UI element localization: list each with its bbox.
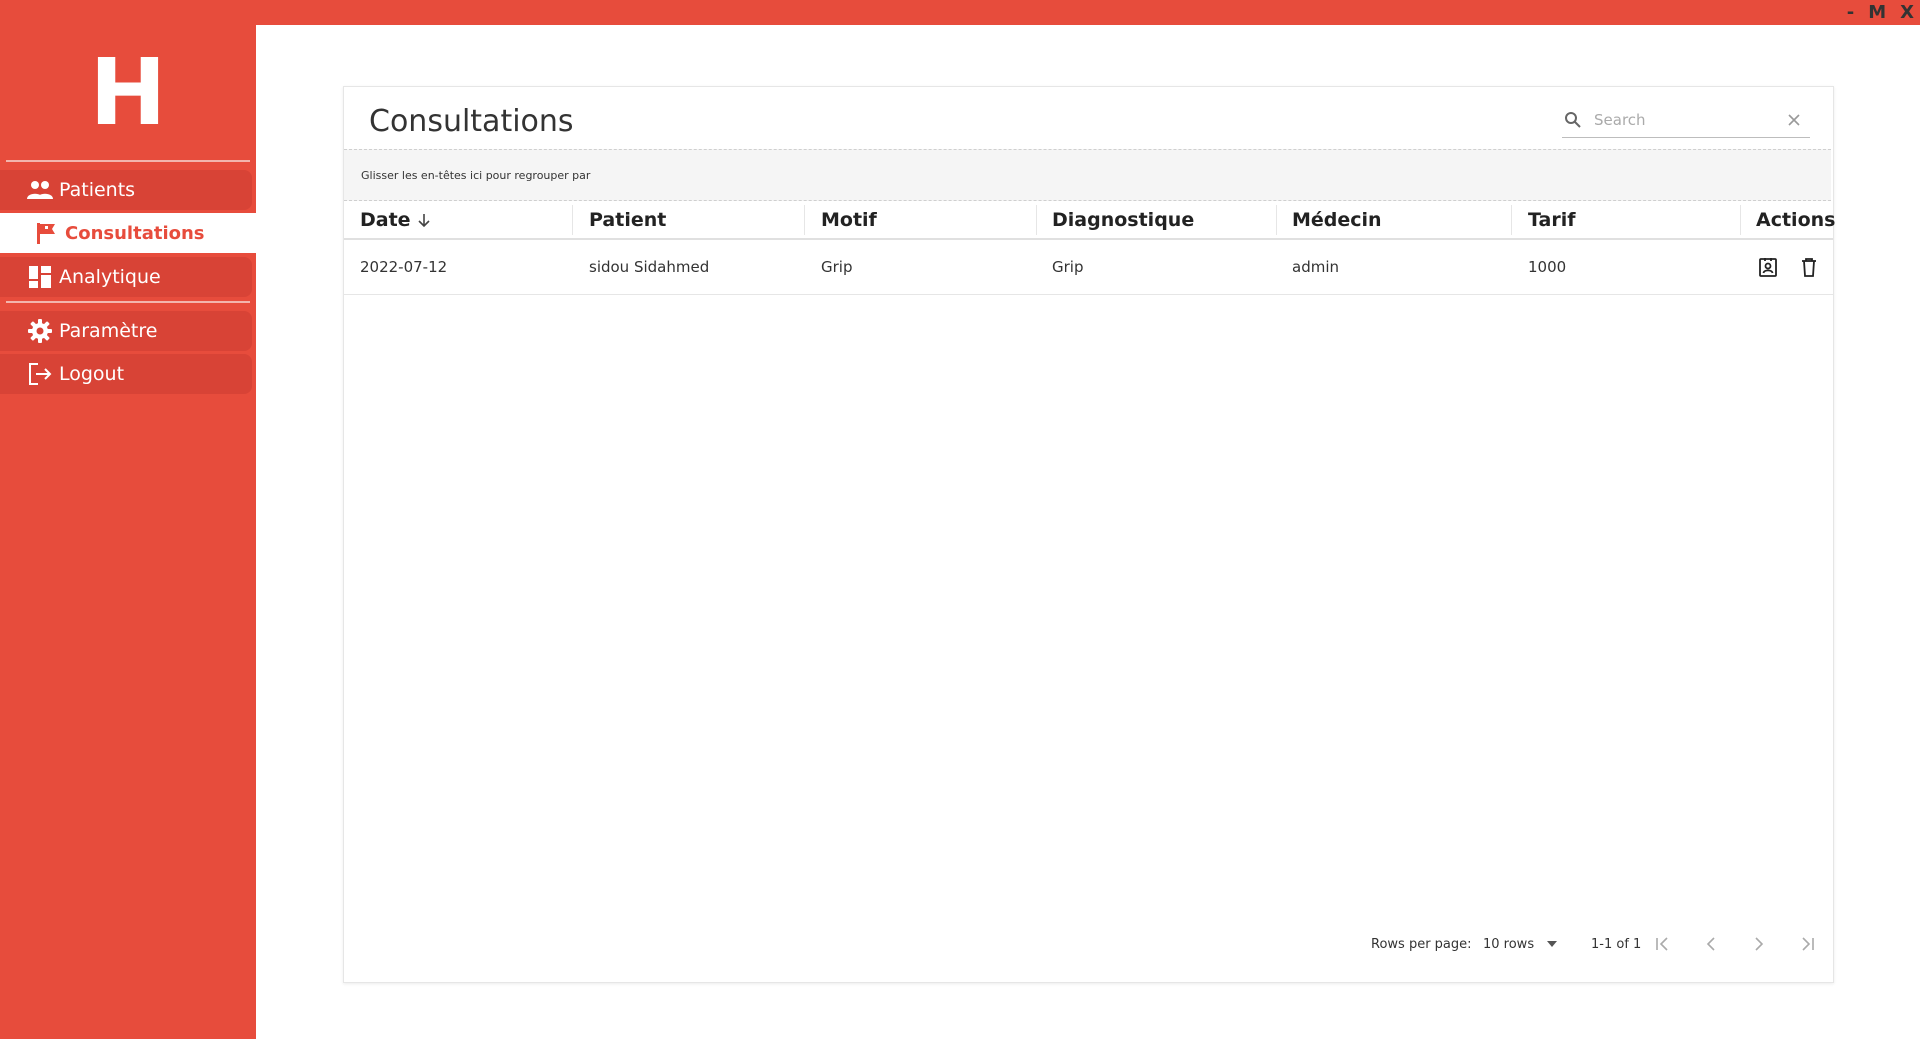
column-separator: [572, 205, 573, 235]
search-box: [1562, 103, 1810, 138]
sidebar-item-parametre[interactable]: Paramètre: [0, 311, 252, 351]
dashboard-icon: [27, 264, 53, 290]
last-page-icon[interactable]: [1798, 935, 1816, 953]
people-icon: [27, 177, 53, 203]
sort-arrow-down-icon: [417, 212, 431, 228]
cell-tarif: 1000: [1528, 258, 1567, 276]
table-row[interactable]: 2022-07-12 sidou Sidahmed Grip Grip admi…: [344, 240, 1833, 295]
delete-icon[interactable]: [1798, 256, 1820, 278]
maximize-button[interactable]: M: [1868, 0, 1886, 25]
cell-medecin: admin: [1292, 258, 1339, 276]
flag-icon: [33, 220, 59, 246]
title-bar: - M X: [0, 0, 1920, 25]
sidebar-item-label: Logout: [59, 363, 125, 385]
page-title: Consultations: [369, 104, 574, 139]
column-separator: [804, 205, 805, 235]
sidebar: H Patients Consultations Analytique Para…: [0, 25, 256, 1039]
minimize-button[interactable]: -: [1847, 0, 1854, 25]
column-header-date[interactable]: Date: [360, 201, 431, 238]
sidebar-item-label: Paramètre: [59, 320, 158, 342]
rows-per-page-select[interactable]: 10 rows: [1483, 929, 1558, 959]
group-by-dropzone[interactable]: Glisser les en-têtes ici pour regrouper …: [344, 149, 1831, 201]
table-header: Date Patient Motif Diagnostique Médecin …: [344, 201, 1836, 240]
previous-page-icon[interactable]: [1702, 935, 1720, 953]
search-input[interactable]: [1592, 110, 1786, 130]
sidebar-item-analytique[interactable]: Analytique: [0, 257, 252, 297]
sidebar-item-label: Patients: [59, 179, 136, 201]
column-separator: [1276, 205, 1277, 235]
column-header-tarif[interactable]: Tarif: [1528, 201, 1575, 238]
column-separator: [1511, 205, 1512, 235]
column-separator: [1740, 205, 1741, 235]
column-header-diagnostique[interactable]: Diagnostique: [1052, 201, 1194, 238]
cell-patient: sidou Sidahmed: [589, 258, 710, 276]
column-separator: [1036, 205, 1037, 235]
column-header-medecin[interactable]: Médecin: [1292, 201, 1382, 238]
column-header-actions: Actions: [1756, 208, 1836, 231]
close-button[interactable]: X: [1900, 0, 1914, 25]
first-page-icon[interactable]: [1654, 935, 1672, 953]
sidebar-item-logout[interactable]: Logout: [0, 354, 252, 394]
column-header-patient[interactable]: Patient: [589, 201, 666, 238]
group-by-hint: Glisser les en-têtes ici pour regrouper …: [361, 168, 591, 182]
pagination-range: 1-1 of 1: [1591, 936, 1642, 952]
logout-icon: [27, 361, 53, 387]
sidebar-divider: [6, 301, 250, 303]
sidebar-item-label: Analytique: [59, 266, 161, 288]
column-header-motif[interactable]: Motif: [821, 201, 877, 238]
consultations-card: Consultations Glisser les en-têtes ici p…: [343, 86, 1836, 983]
dropdown-arrow-icon: [1546, 940, 1558, 948]
clear-search-icon[interactable]: [1786, 112, 1802, 128]
sidebar-divider: [6, 160, 250, 162]
sidebar-item-label: Consultations: [65, 222, 205, 244]
cell-date: 2022-07-12: [360, 258, 448, 276]
next-page-icon[interactable]: [1750, 935, 1768, 953]
view-record-icon[interactable]: [1757, 256, 1779, 278]
rows-per-page-label: Rows per page:: [1371, 936, 1472, 952]
pagination-bar: Rows per page: 10 rows 1-1 of 1: [344, 929, 1833, 959]
sidebar-item-patients[interactable]: Patients: [0, 170, 252, 210]
cell-diagnostique: Grip: [1052, 258, 1084, 276]
sidebar-item-consultations[interactable]: Consultations: [0, 213, 256, 253]
search-icon: [1564, 111, 1582, 129]
cell-motif: Grip: [821, 258, 853, 276]
app-logo: H: [89, 39, 167, 146]
gear-icon: [27, 318, 53, 344]
window-controls: - M X: [1847, 0, 1920, 25]
